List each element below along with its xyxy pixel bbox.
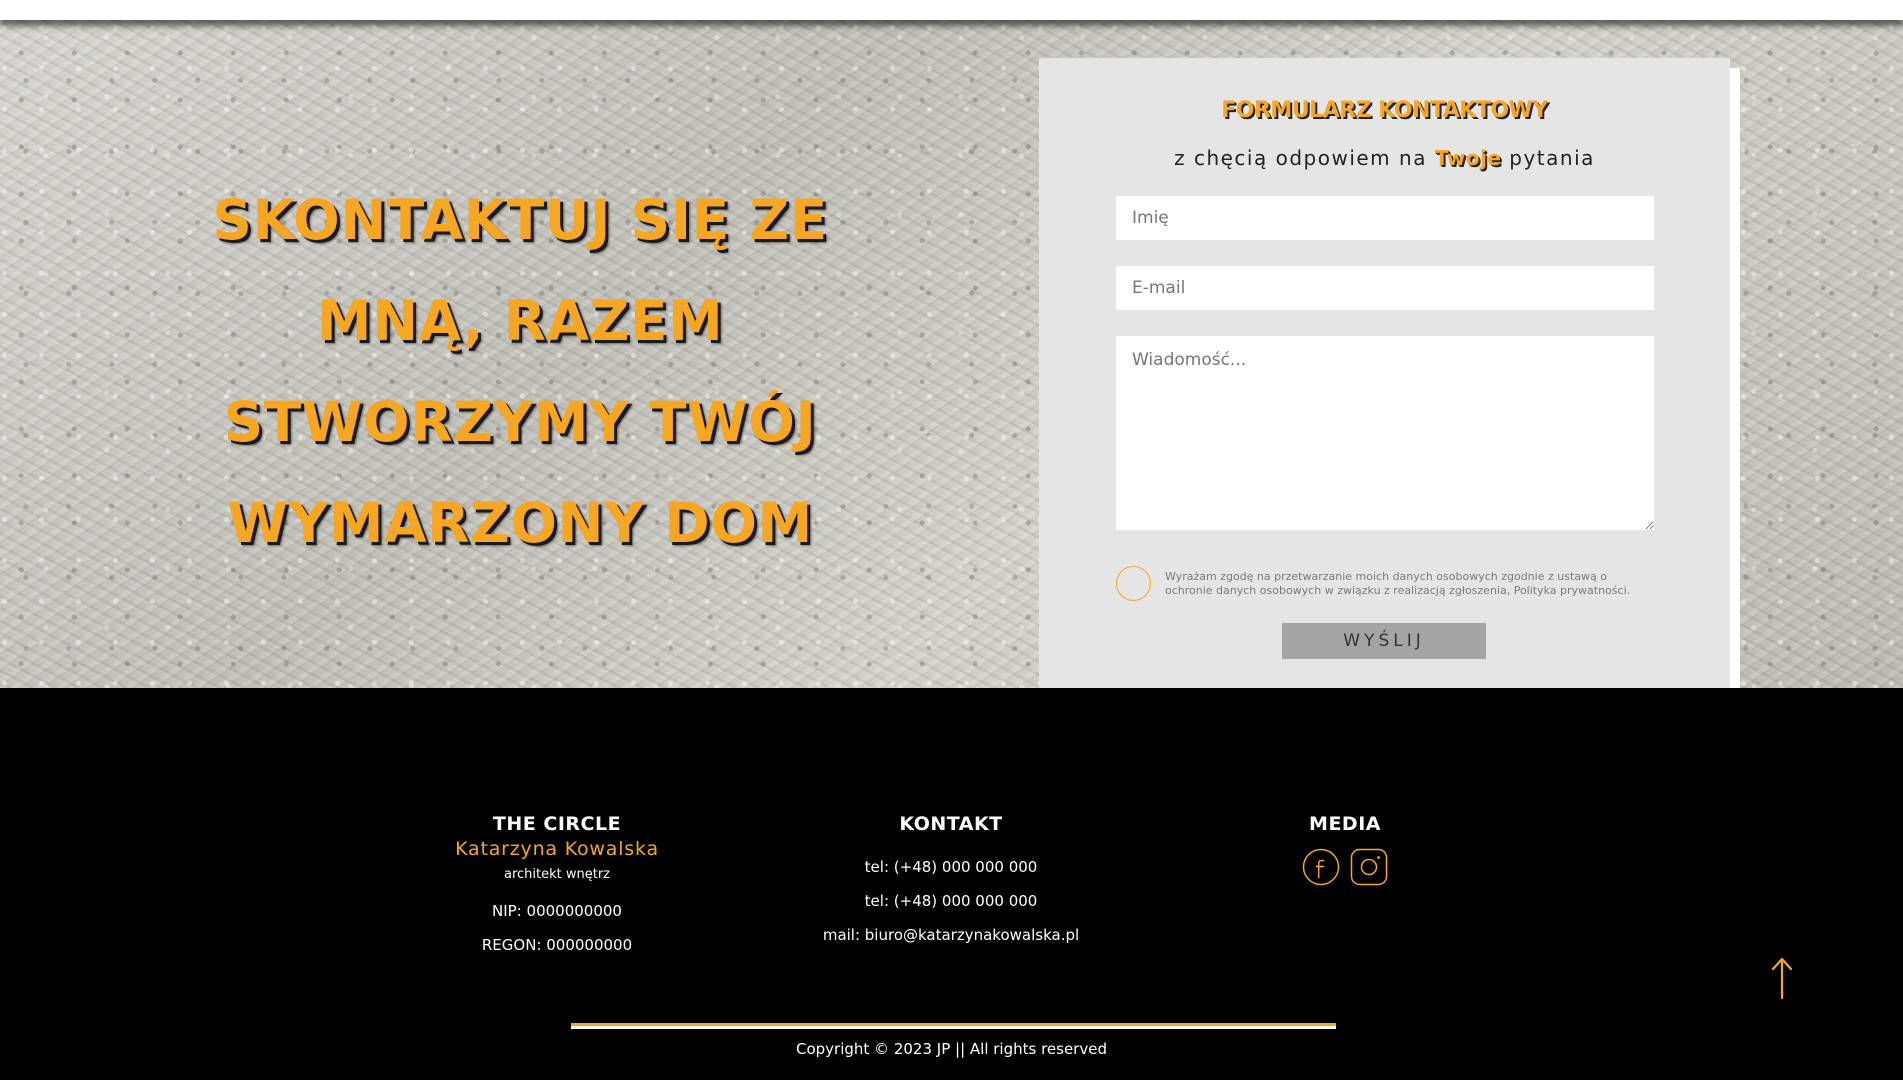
arrow-up-icon[interactable] <box>1770 956 1794 1000</box>
footer-company: THE CIRCLE Katarzyna Kowalska architekt … <box>377 812 737 962</box>
consent-text: Wyrażam zgodę na przetwarzanie moich dan… <box>1165 570 1631 597</box>
company-regon: REGON: 000000000 <box>481 936 633 954</box>
footer-divider <box>571 1023 1336 1029</box>
contact-title: KONTAKT <box>899 813 1003 835</box>
form-title: FORMULARZ KONTAKTOWY <box>1221 98 1548 123</box>
contact-phone-2[interactable]: tel: (+48) 000 000 000 <box>771 884 1131 918</box>
contact-phone-1[interactable]: tel: (+48) 000 000 000 <box>771 850 1131 884</box>
company-nip: NIP: 0000000000 <box>492 902 622 920</box>
footer: THE CIRCLE Katarzyna Kowalska architekt … <box>0 688 1903 1080</box>
form-subtitle: z chęcią odpowiem na Twoje pytania <box>1039 146 1730 170</box>
contact-hero: SKONTAKTUJ SIĘ ZE MNĄ, RAZEM STWORZYMY T… <box>0 20 1903 688</box>
contact-form: FORMULARZ KONTAKTOWY z chęcią odpowiem n… <box>1039 58 1730 688</box>
email-input[interactable] <box>1116 266 1654 310</box>
message-textarea[interactable] <box>1116 336 1654 530</box>
company-title: THE CIRCLE <box>492 813 622 835</box>
footer-contact: KONTAKT tel: (+48) 000 000 000 tel: (+48… <box>771 812 1131 952</box>
hero-heading: SKONTAKTUJ SIĘ ZE MNĄ, RAZEM STWORZYMY T… <box>212 188 828 555</box>
company-role: architekt wnętrz <box>503 867 610 882</box>
contact-mail[interactable]: mail: biuro@katarzynakowalska.pl <box>771 918 1131 952</box>
instagram-icon[interactable] <box>1350 848 1388 886</box>
form-subtitle-after: pytania <box>1501 146 1595 170</box>
send-button[interactable]: WYŚLIJ <box>1282 623 1486 659</box>
top-strip <box>0 0 1903 20</box>
copyright: Copyright © 2023 JP || All rights reserv… <box>796 1040 1107 1058</box>
consent-checkbox[interactable] <box>1116 566 1151 601</box>
company-name: Katarzyna Kowalska <box>455 838 659 860</box>
name-input[interactable] <box>1116 196 1654 240</box>
facebook-icon[interactable] <box>1302 848 1340 886</box>
form-subtitle-accent: Twoje <box>1434 146 1502 170</box>
social-links <box>1165 848 1525 886</box>
form-subtitle-before: z chęcią odpowiem na <box>1174 146 1435 170</box>
footer-media: MEDIA <box>1165 812 1525 886</box>
media-title: MEDIA <box>1309 813 1381 835</box>
